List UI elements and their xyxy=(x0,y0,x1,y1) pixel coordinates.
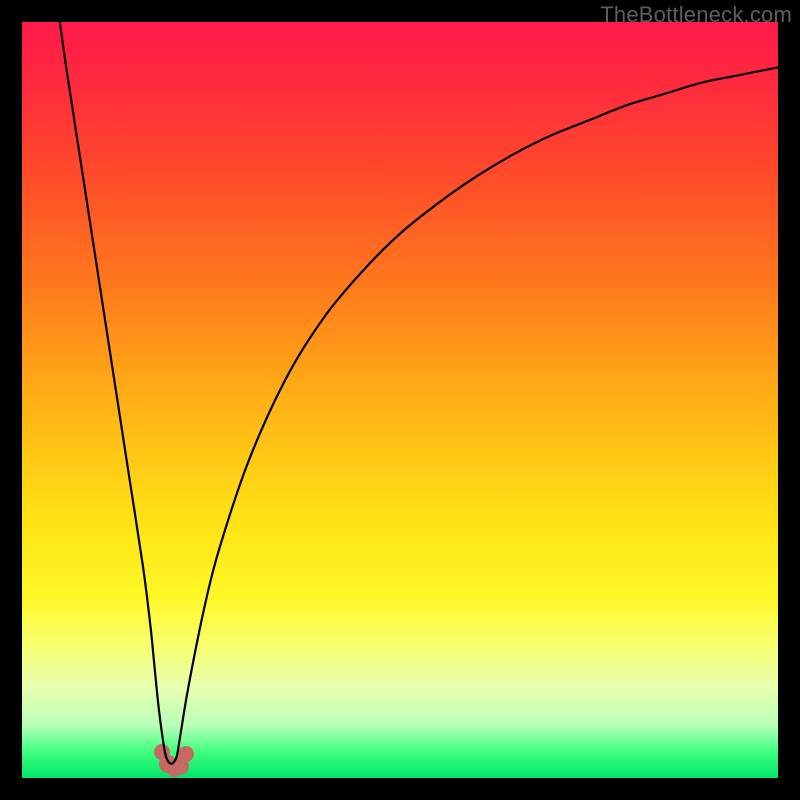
watermark-text: TheBottleneck.com xyxy=(600,2,792,28)
bottleneck-chart xyxy=(22,22,778,778)
outer-black-frame: TheBottleneck.com xyxy=(0,0,800,800)
minimum-marker-dot xyxy=(167,763,181,777)
minimum-marker-dot xyxy=(178,746,194,762)
gradient-background xyxy=(22,22,778,778)
plot-area xyxy=(22,22,778,778)
